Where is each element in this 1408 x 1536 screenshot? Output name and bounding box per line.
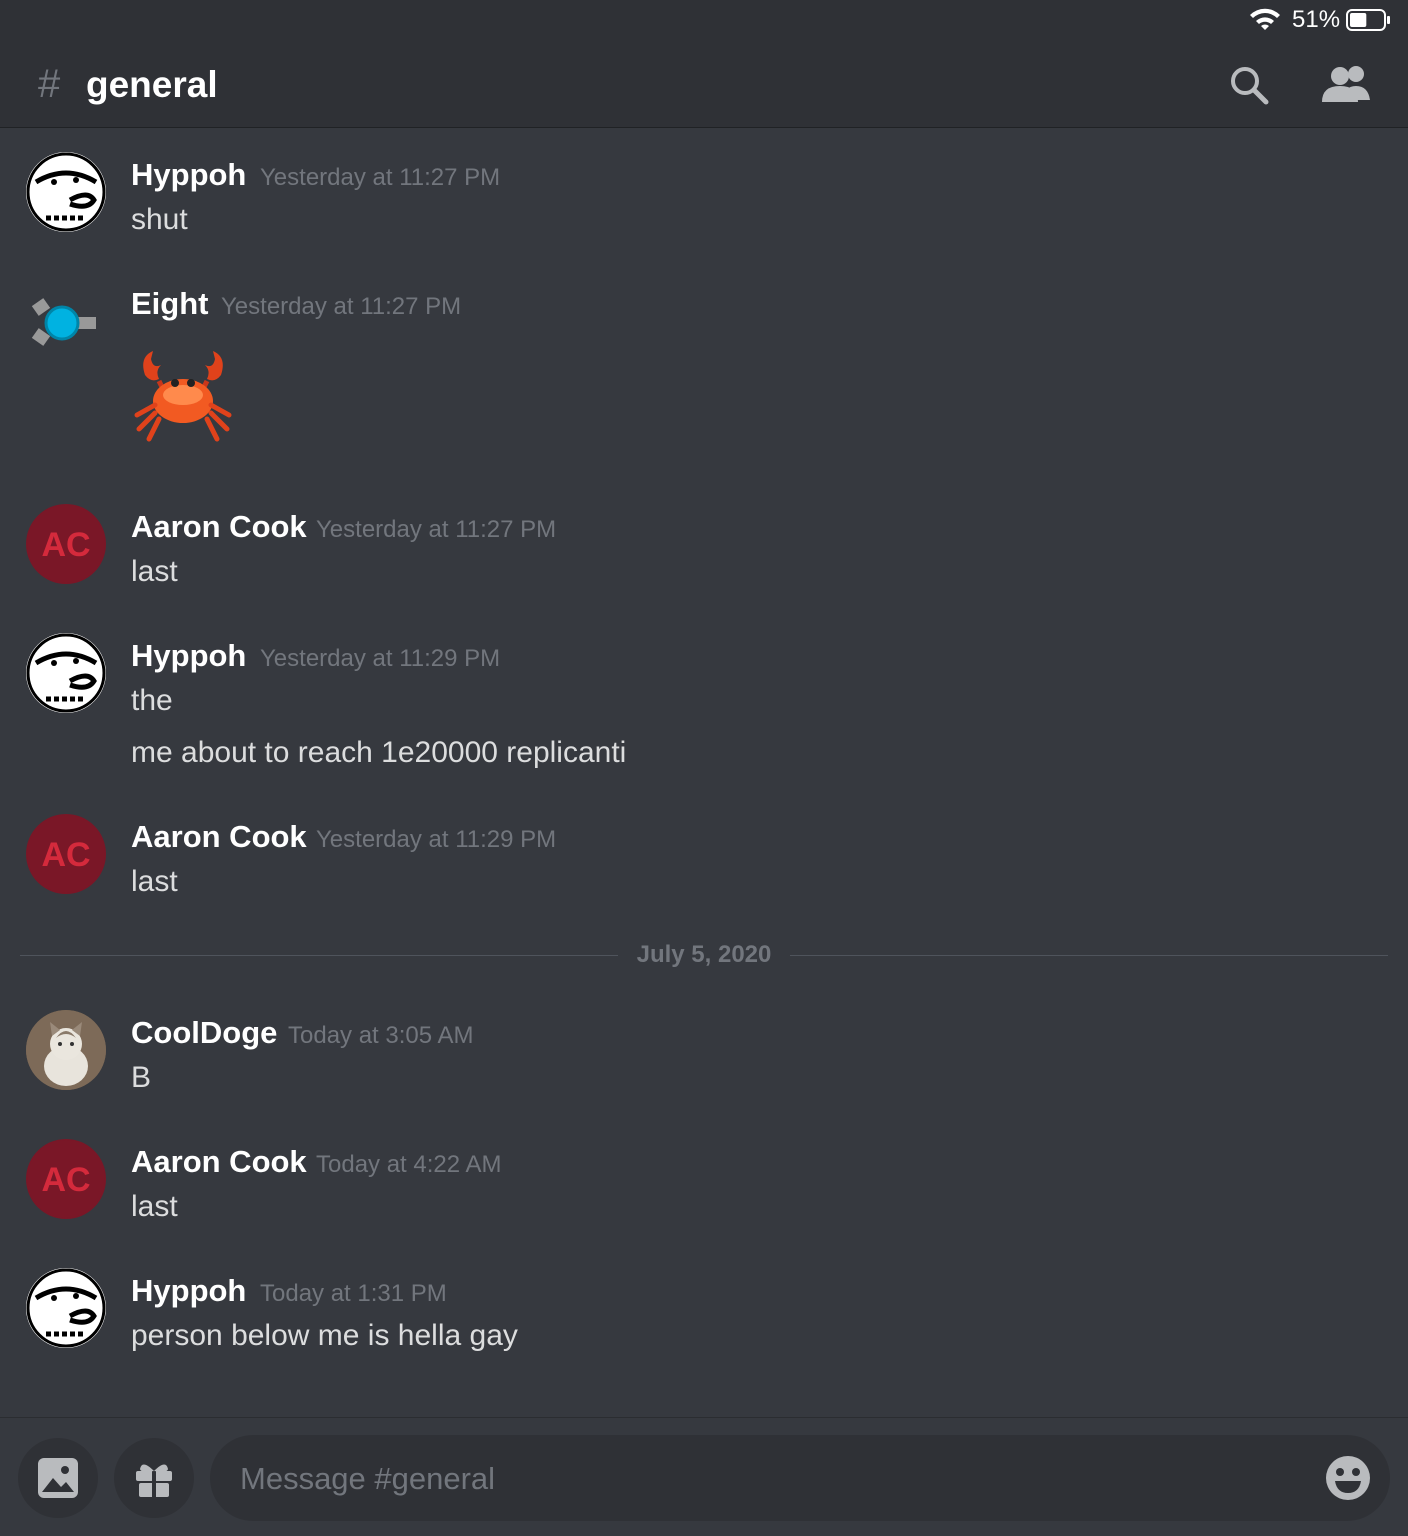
username[interactable]: Hyppoh [131, 156, 246, 194]
cat-avatar[interactable] [26, 1010, 106, 1090]
username[interactable]: Aaron Cook [131, 508, 307, 546]
message-text: last [131, 865, 178, 898]
timestamp: Today at 4:22 AM [316, 1151, 502, 1178]
date-divider: July 5, 2020 [20, 935, 1388, 975]
timestamp: Today at 1:31 PM [260, 1280, 447, 1307]
ac-logo-icon: AC [27, 505, 105, 583]
timestamp: Yesterday at 11:27 PM [316, 516, 557, 543]
message-input-wrapper [210, 1435, 1390, 1523]
message-text: last [131, 555, 178, 588]
timestamp: Yesterday at 11:27 PM [260, 164, 501, 191]
channel-header: # general [0, 40, 1408, 128]
username[interactable]: CoolDoge [131, 1014, 277, 1052]
message-list[interactable]: Hyppoh Yesterday at 11:27 PM shut Eight … [0, 129, 1408, 1417]
channel-title: general [86, 64, 218, 105]
message-text: me about to reach 1e20000 replicanti [131, 736, 627, 769]
timestamp: Yesterday at 11:27 PM [221, 293, 462, 320]
divider-line [20, 955, 618, 956]
username[interactable]: Aaron Cook [131, 1143, 307, 1181]
members-icon[interactable] [1318, 62, 1374, 108]
timestamp: Yesterday at 11:29 PM [316, 826, 557, 853]
crab-emoji-icon [134, 351, 232, 442]
hyppoh-avatar[interactable] [26, 633, 106, 713]
divider-date: July 5, 2020 [636, 941, 772, 968]
face-icon [26, 633, 106, 713]
ac-avatar[interactable]: AC [26, 1139, 106, 1219]
username[interactable]: Aaron Cook [131, 818, 307, 856]
emoji-icon[interactable] [1324, 1454, 1372, 1502]
wifi-icon [1250, 8, 1280, 30]
message-text: last [131, 1190, 178, 1223]
ac-avatar[interactable]: AC [26, 504, 106, 584]
username[interactable]: Hyppoh [131, 1272, 246, 1310]
message-composer [0, 1417, 1408, 1536]
face-icon [26, 152, 106, 232]
gift-icon [136, 1464, 172, 1497]
timestamp: Today at 3:05 AM [288, 1022, 474, 1049]
svg-text:AC: AC [41, 836, 90, 874]
svg-text:AC: AC [41, 1161, 90, 1199]
image-icon [38, 1458, 78, 1498]
cat-photo-icon [26, 1010, 106, 1090]
ac-logo-icon: AC [27, 815, 105, 893]
channel-hash-icon: # [38, 62, 61, 106]
ac-avatar[interactable]: AC [26, 814, 106, 894]
divider-line [790, 955, 1388, 956]
message-text: B [131, 1061, 152, 1094]
eight-avatar[interactable] [26, 281, 106, 361]
gift-button[interactable] [114, 1438, 194, 1518]
username[interactable]: Hyppoh [131, 637, 246, 675]
svg-text:AC: AC [41, 526, 90, 564]
tank-icon [31, 298, 96, 346]
message-text: shut [131, 203, 188, 236]
ac-logo-icon: AC [27, 1140, 105, 1218]
hyppoh-avatar[interactable] [26, 152, 106, 232]
face-icon [26, 1268, 106, 1348]
status-bar: 51% [0, 0, 1408, 40]
message-text: person below me is hella gay [131, 1319, 518, 1352]
message-input[interactable] [238, 1435, 1302, 1523]
message-text: the [131, 684, 173, 717]
attach-image-button[interactable] [18, 1438, 98, 1518]
username[interactable]: Eight [131, 285, 209, 323]
battery-percent: 51% [1292, 6, 1341, 33]
hyppoh-avatar[interactable] [26, 1268, 106, 1348]
battery-icon [1346, 9, 1390, 31]
search-icon[interactable] [1226, 62, 1272, 108]
timestamp: Yesterday at 11:29 PM [260, 645, 501, 672]
